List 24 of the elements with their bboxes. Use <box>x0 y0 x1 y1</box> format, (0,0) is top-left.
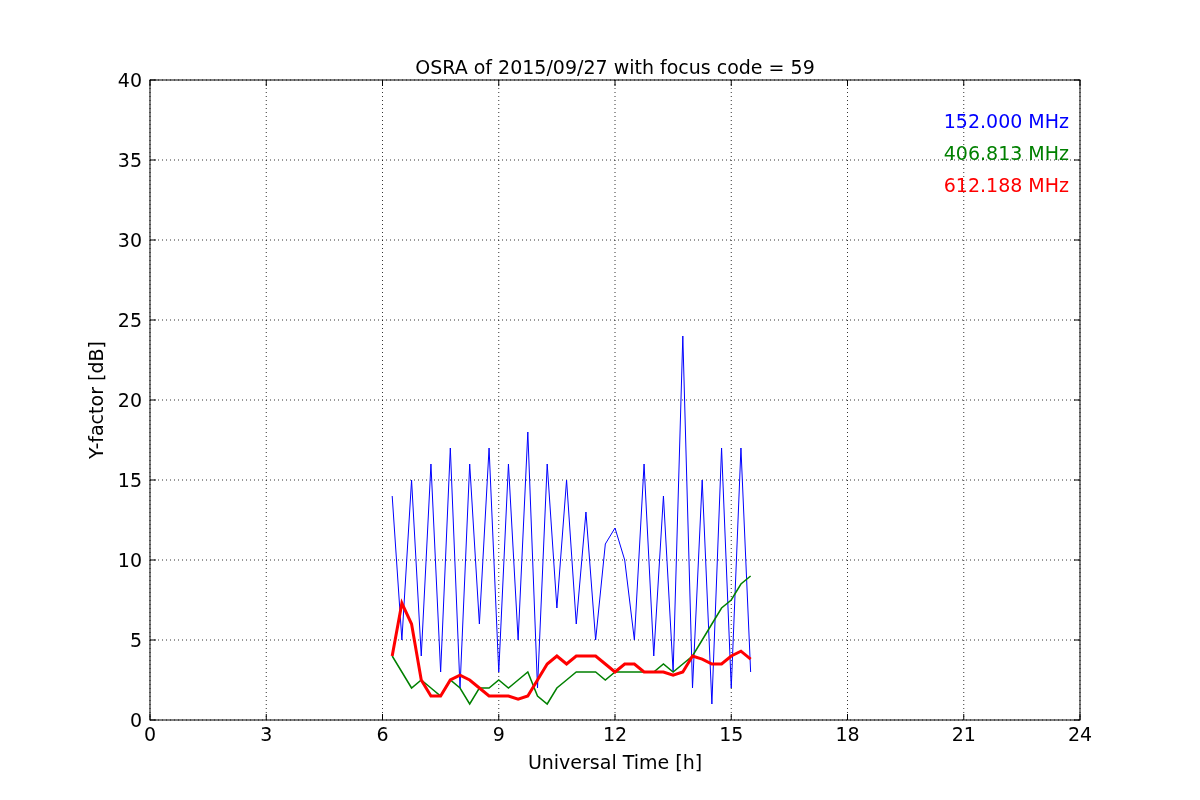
y-tick-label: 30 <box>117 229 142 251</box>
y-tick-label: 40 <box>117 69 142 91</box>
y-tick-label: 5 <box>129 629 142 651</box>
y-axis-label: Y-factor [dB] <box>85 341 107 459</box>
y-tick-label: 35 <box>117 149 142 171</box>
x-tick-label: 21 <box>951 723 976 745</box>
y-tick-label: 15 <box>117 469 142 491</box>
legend-label: 152.000 MHz <box>943 110 1069 132</box>
y-tick-label: 0 <box>129 709 142 731</box>
x-tick-label: 24 <box>1067 723 1093 745</box>
y-tick-label: 25 <box>117 309 142 331</box>
x-tick-label: 18 <box>835 723 860 745</box>
x-axis-label: Universal Time [h] <box>527 751 703 773</box>
legend-label: 406.813 MHz <box>943 142 1069 164</box>
x-tick-label: 9 <box>492 723 505 745</box>
x-tick-label: 0 <box>143 723 157 745</box>
y-tick-label: 20 <box>117 389 142 411</box>
chart-title: OSRA of 2015/09/27 with focus code = 59 <box>415 56 815 78</box>
y-tick-label: 10 <box>117 549 142 571</box>
x-tick-label: 12 <box>602 723 628 745</box>
x-tick-label: 3 <box>260 723 273 745</box>
x-tick-label: 6 <box>376 723 389 745</box>
x-tick-label: 15 <box>719 723 744 745</box>
legend-label: 612.188 MHz <box>943 174 1069 196</box>
